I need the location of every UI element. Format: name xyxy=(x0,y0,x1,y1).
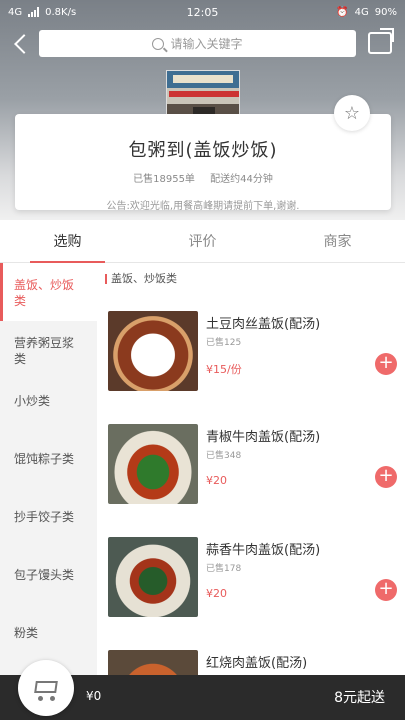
tab-merchant[interactable]: 商家 xyxy=(270,221,405,262)
dish-image xyxy=(108,537,198,617)
category-item[interactable]: 营养粥豆浆类 xyxy=(0,321,97,379)
dish-name: 红烧肉盖饭(配汤) xyxy=(206,656,308,671)
dish-image xyxy=(108,311,198,391)
share-button[interactable] xyxy=(368,28,394,54)
shop-notice: 公告:欢迎光临,用餐高峰期请提前下单,谢谢. xyxy=(106,201,300,212)
search-input[interactable]: 请输入关键字 xyxy=(39,30,356,57)
back-button[interactable] xyxy=(10,32,34,56)
dish-sold: 已售178 xyxy=(206,564,242,574)
cart-total: ¥0 xyxy=(86,689,102,703)
dish-price: ¥15/份 xyxy=(206,363,242,376)
search-placeholder: 请输入关键字 xyxy=(170,37,243,51)
cart-button[interactable] xyxy=(18,660,74,716)
category-sidebar: 盖饭、炒饭类 营养粥豆浆类 小炒类 馄饨粽子类 抄手饺子类 包子馒头类 粉类 xyxy=(0,263,97,675)
dish-item[interactable]: 土豆肉丝盖饭(配汤) 已售125 ¥15/份 + xyxy=(107,311,397,393)
top-bar: 请输入关键字 xyxy=(0,28,405,60)
category-item[interactable]: 抄手饺子类 xyxy=(0,495,97,553)
star-icon: ☆ xyxy=(343,102,361,124)
tab-order[interactable]: 选购 xyxy=(0,221,135,263)
cart-bar: ¥0 8元起送 xyxy=(0,660,405,720)
add-to-cart-button[interactable]: + xyxy=(375,579,397,601)
shop-name: 包粥到(盖饭炒饭) xyxy=(128,140,278,161)
dish-price: ¥20 xyxy=(206,587,227,600)
tab-bar: 选购 评价 商家 xyxy=(0,221,405,263)
min-order-label: 8元起送 xyxy=(334,690,385,706)
tab-reviews[interactable]: 评价 xyxy=(135,221,270,262)
dish-image xyxy=(108,424,198,504)
plus-icon: + xyxy=(378,465,394,486)
cart-icon xyxy=(32,677,60,701)
category-item[interactable]: 包子馒头类 xyxy=(0,553,97,611)
add-to-cart-button[interactable]: + xyxy=(375,466,397,488)
dish-image xyxy=(108,650,198,675)
category-item[interactable]: 馄饨粽子类 xyxy=(0,437,97,495)
dish-name: 青椒牛肉盖饭(配汤) xyxy=(206,430,321,445)
plus-icon: + xyxy=(378,352,394,373)
shop-delivery-time: 配送约44分钟 xyxy=(210,174,273,185)
dish-name: 蒜香牛肉盖饭(配汤) xyxy=(206,543,321,558)
shop-meta: 已售18955单 配送约44分钟 xyxy=(15,170,391,185)
shop-sold-count: 已售18955单 xyxy=(133,174,195,185)
favorite-button[interactable]: ☆ xyxy=(334,95,370,131)
dish-sold: 已售348 xyxy=(206,451,242,461)
dish-list: 盖饭、炒饭类 土豆肉丝盖饭(配汤) 已售125 ¥15/份 + 青椒牛肉盖饭(配… xyxy=(97,263,405,675)
shop-info-card: 包粥到(盖饭炒饭) 已售18955单 配送约44分钟 公告:欢迎光临,用餐高峰期… xyxy=(15,114,391,212)
add-to-cart-button[interactable]: + xyxy=(375,353,397,375)
dish-price: ¥20 xyxy=(206,474,227,487)
status-bar: 4G 0.8K/s 12:05 ⏰ 4G 90% xyxy=(0,0,405,24)
category-item[interactable]: 小炒类 xyxy=(0,379,97,437)
dish-sold: 已售125 xyxy=(206,338,242,348)
dish-item[interactable]: 红烧肉盖饭(配汤) xyxy=(107,650,397,675)
category-item[interactable]: 盖饭、炒饭类 xyxy=(0,263,97,321)
search-icon xyxy=(152,37,165,50)
clock: 12:05 xyxy=(186,5,219,19)
dish-name: 土豆肉丝盖饭(配汤) xyxy=(206,317,321,332)
section-title: 盖饭、炒饭类 xyxy=(97,263,405,295)
plus-icon: + xyxy=(378,578,394,599)
dish-item[interactable]: 蒜香牛肉盖饭(配汤) 已售178 ¥20 + xyxy=(107,537,397,619)
dish-item[interactable]: 青椒牛肉盖饭(配汤) 已售348 ¥20 + xyxy=(107,424,397,506)
